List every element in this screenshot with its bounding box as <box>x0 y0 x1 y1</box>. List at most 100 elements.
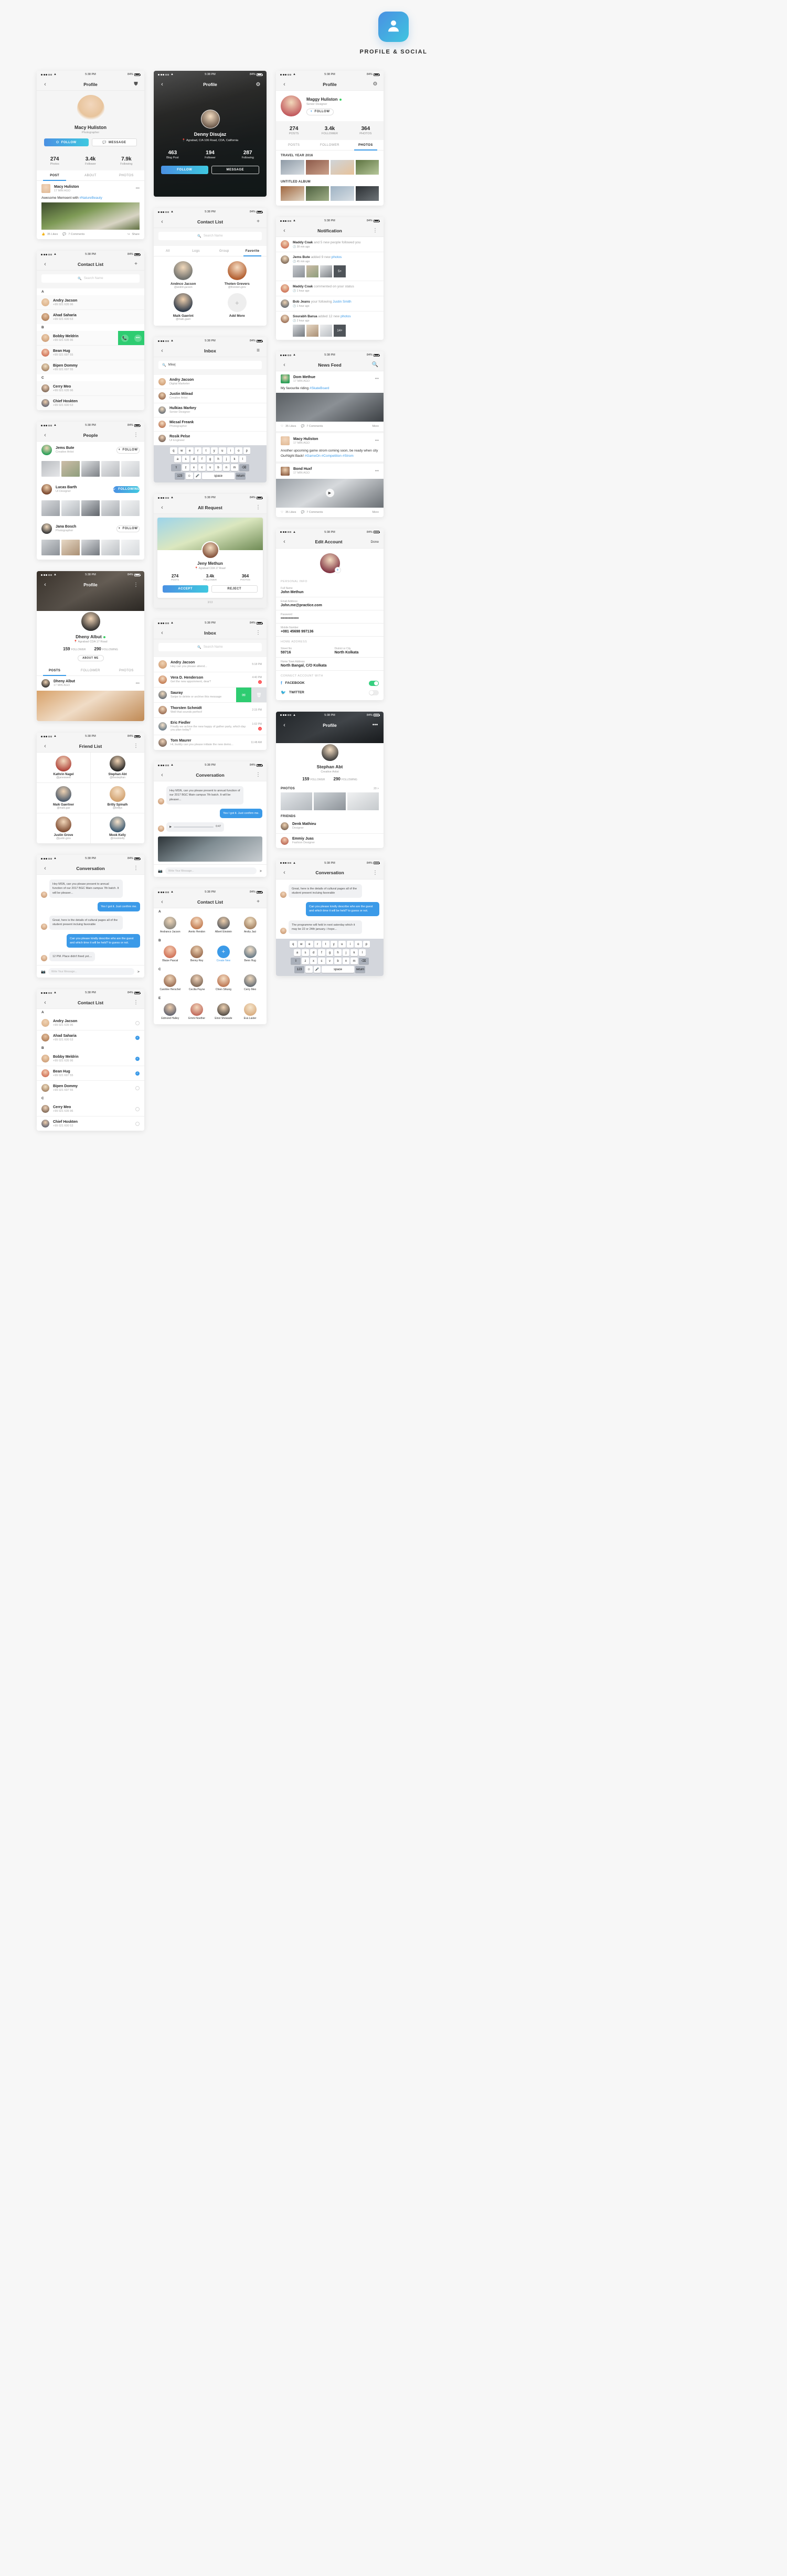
friend-row[interactable]: Denk Mathieu Designer <box>276 819 384 833</box>
table-row[interactable]: Cerry Meo +99 021 635 96 <box>37 1102 144 1117</box>
kebab-menu-icon[interactable]: ⋮ <box>132 743 140 749</box>
backspace-icon[interactable]: ⌫ <box>239 464 249 471</box>
message-button[interactable]: MESSAGE <box>211 166 259 175</box>
back-icon[interactable]: ‹ <box>281 870 288 876</box>
follow-button[interactable]: ⚇ FOLLOW <box>44 138 89 146</box>
post-hashtag[interactable]: #NatureBeauty <box>80 196 102 200</box>
back-icon[interactable]: ‹ <box>41 432 49 438</box>
table-row[interactable]: Bean Hug +99 021 697 55 ✓ <box>37 1066 144 1081</box>
key-n[interactable]: n <box>342 958 350 964</box>
accept-button[interactable]: ACCEPT <box>163 585 208 593</box>
return-key[interactable]: return <box>355 966 365 973</box>
mic-icon[interactable]: 🎤 <box>194 473 201 479</box>
table-row[interactable]: Bipen Dommy +99 021 697 55 <box>37 360 144 374</box>
form-field[interactable]: Street No 59716 <box>276 645 330 658</box>
key-i[interactable]: i <box>227 447 234 454</box>
tab-favorite[interactable]: Favorite <box>238 246 267 256</box>
reject-button[interactable]: REJECT <box>211 585 258 593</box>
more-icon[interactable]: ••• <box>375 439 379 443</box>
back-icon[interactable]: ‹ <box>281 722 288 728</box>
key-b[interactable]: b <box>215 464 222 471</box>
key-c[interactable]: c <box>318 958 325 964</box>
bag-icon[interactable]: ⛊ <box>132 81 140 87</box>
key-l[interactable]: l <box>239 456 247 463</box>
create-new-cell[interactable]: + Create New <box>211 946 236 962</box>
return-key[interactable]: return <box>236 473 246 479</box>
key-k[interactable]: k <box>350 949 358 956</box>
space-key[interactable]: space <box>322 966 354 973</box>
more-icon[interactable]: ••• <box>375 377 379 381</box>
done-button[interactable]: Done <box>369 540 379 544</box>
contact-cell[interactable]: Blaize Pascal <box>158 946 183 962</box>
key-m[interactable]: m <box>350 958 358 964</box>
play-icon[interactable]: ▶ <box>325 489 334 497</box>
key-i[interactable]: i <box>346 941 354 948</box>
about-me-button[interactable]: ABOUT ME <box>77 655 104 661</box>
tab-photos[interactable]: PHOTOS <box>109 666 144 675</box>
back-icon[interactable]: ‹ <box>281 539 288 545</box>
plus-icon[interactable]: + <box>254 219 262 224</box>
checkbox-checked[interactable]: ✓ <box>135 1056 140 1061</box>
key-g[interactable]: g <box>326 949 334 956</box>
key-b[interactable]: b <box>334 958 342 964</box>
more-icon[interactable]: ••• <box>136 682 140 685</box>
kebab-menu-icon[interactable]: ⋮ <box>132 432 140 438</box>
thumbnail[interactable] <box>121 461 140 477</box>
search-input[interactable]: 🔍 Mike| <box>158 361 262 369</box>
form-field[interactable]: Mobile Number +081 45698 997136 <box>276 624 384 637</box>
back-icon[interactable]: ‹ <box>158 81 166 88</box>
send-icon[interactable]: ➤ <box>137 970 140 974</box>
plus-icon[interactable]: + <box>132 261 140 267</box>
thumbnail[interactable] <box>101 461 120 477</box>
key-s[interactable]: s <box>182 456 189 463</box>
notification-item[interactable]: Bob Jeans your following Justin Smith 🕐 … <box>276 296 384 311</box>
photo-thumb[interactable] <box>306 265 318 277</box>
thumbnail[interactable] <box>81 461 100 477</box>
form-field[interactable]: Email Address John.me@practice.com <box>276 597 384 610</box>
friend-row[interactable]: Emmiy Juas Fashion Designer <box>276 833 384 848</box>
post-hashtag[interactable]: #GameOn #Competition #Strom <box>305 454 354 458</box>
thread-row[interactable]: Eric Fiedler Finally we achive the new ha… <box>154 717 267 735</box>
notif-link[interactable]: Justin Smith <box>333 300 351 304</box>
comment-icon[interactable]: 💬 <box>301 425 304 428</box>
photo-thumb[interactable] <box>293 265 305 277</box>
backspace-icon[interactable]: ⌫ <box>358 958 369 964</box>
camera-icon[interactable]: 📷 <box>41 970 46 974</box>
thumbnail[interactable] <box>101 500 120 516</box>
message-button[interactable]: 💬 MESSAGE <box>91 138 137 146</box>
photo-thumb[interactable] <box>347 792 379 810</box>
key-u[interactable]: u <box>219 447 226 454</box>
follow-button[interactable]: + FOLLOW <box>306 108 334 115</box>
photo-thumb[interactable] <box>293 325 305 337</box>
key-m[interactable]: m <box>231 464 238 471</box>
back-icon[interactable]: ‹ <box>41 865 49 872</box>
friend-card[interactable]: Stephan Abt @thestephan <box>91 753 144 782</box>
photo-thumb[interactable] <box>305 186 329 201</box>
key-x[interactable]: x <box>310 958 317 964</box>
following-button[interactable]: ✓ FOLLOWING <box>113 486 140 493</box>
camera-icon[interactable]: 📷 <box>158 869 163 873</box>
kebab-menu-icon[interactable]: ⋮ <box>132 865 140 871</box>
thumbnail[interactable] <box>41 540 60 555</box>
back-icon[interactable]: ‹ <box>41 743 49 749</box>
thumbnail[interactable] <box>41 461 60 477</box>
kebab-menu-icon[interactable]: ⋮ <box>132 582 140 588</box>
photo-thumb[interactable] <box>355 160 379 175</box>
contact-cell[interactable]: Annto Hendon <box>185 917 209 933</box>
send-icon[interactable]: ➤ <box>259 869 262 873</box>
key-l[interactable]: l <box>358 949 366 956</box>
thread-row[interactable]: Vera D. Henderson Get the new appoinment,… <box>154 672 267 687</box>
key-f[interactable]: f <box>318 949 325 956</box>
key-d[interactable]: d <box>310 949 317 956</box>
post-video[interactable]: ▶ <box>276 478 384 508</box>
facebook-toggle[interactable] <box>369 680 379 686</box>
thumbnail[interactable] <box>101 540 120 555</box>
table-row[interactable]: Rosik Pelse UI Engineer <box>154 431 267 445</box>
thumbnail[interactable] <box>81 540 100 555</box>
friend-card[interactable]: Justin Grove @justin.grov <box>37 813 90 843</box>
back-icon[interactable]: ‹ <box>281 228 288 234</box>
tab-posts[interactable]: POSTS <box>276 140 312 150</box>
photo-thumb[interactable] <box>281 792 313 810</box>
comment-icon[interactable]: 💬 <box>301 511 304 514</box>
thread-row[interactable]: Tom Maurer Hi, buddy can you please initi… <box>154 735 267 750</box>
